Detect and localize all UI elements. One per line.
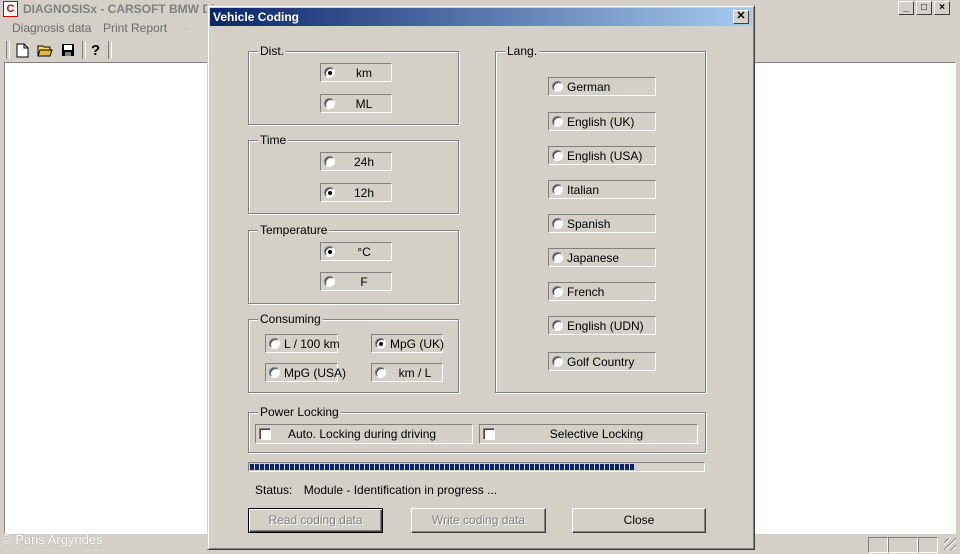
resize-grip[interactable] <box>944 538 956 550</box>
progress-fill <box>250 464 635 470</box>
radio-lang-spanish[interactable]: Spanish <box>548 214 656 233</box>
group-legend: Temperature <box>258 223 330 237</box>
group-dist: Dist. km ML <box>248 44 459 125</box>
checkbox-selective-locking[interactable]: Selective Locking <box>479 424 698 444</box>
radio-indicator <box>375 338 386 349</box>
group-legend: Time <box>258 133 289 147</box>
radio-dist-km[interactable]: km <box>320 63 392 82</box>
radio-indicator <box>269 338 280 349</box>
radio-indicator <box>324 276 335 287</box>
group-legend: Power Locking <box>258 405 341 419</box>
vehicle-coding-dialog: Vehicle Coding ✕ Dist. km ML Time 24h 12… <box>207 5 755 550</box>
group-time: Time 24h 12h <box>248 133 459 214</box>
radio-temp-celsius[interactable]: °C <box>320 242 392 261</box>
svg-text:?: ? <box>91 42 100 58</box>
checkbox-indicator <box>483 428 495 440</box>
radio-consuming-mpg-usa[interactable]: MpG (USA) <box>265 363 346 382</box>
radio-indicator <box>552 286 563 297</box>
radio-lang-french[interactable]: French <box>548 282 656 301</box>
maximize-icon[interactable]: □ <box>916 1 932 15</box>
close-button[interactable]: Close <box>572 508 706 533</box>
dialog-title-bar: Vehicle Coding ✕ <box>210 8 752 26</box>
radio-lang-english-usa[interactable]: English (USA) <box>548 146 656 165</box>
radio-indicator <box>324 67 335 78</box>
menu-print-report[interactable]: Print Report <box>103 21 167 35</box>
close-icon[interactable]: × <box>934 1 950 15</box>
help-icon[interactable]: ? <box>86 40 106 60</box>
radio-indicator <box>269 367 280 378</box>
app-logo: C <box>3 1 18 17</box>
radio-indicator <box>552 150 563 161</box>
status-panel <box>888 537 918 553</box>
radio-indicator <box>552 81 563 92</box>
group-temperature: Temperature °C F <box>248 223 459 304</box>
group-lang: Lang. German English (UK) English (USA) … <box>495 44 706 393</box>
radio-lang-german[interactable]: German <box>548 77 656 96</box>
radio-lang-italian[interactable]: Italian <box>548 180 656 199</box>
minimize-icon[interactable]: _ <box>898 1 914 15</box>
radio-indicator <box>552 218 563 229</box>
radio-indicator <box>324 156 335 167</box>
radio-lang-japanese[interactable]: Japanese <box>548 248 656 267</box>
app-title: DIAGNOSISx - CARSOFT BMW Dia <box>23 2 222 16</box>
dialog-title: Vehicle Coding <box>213 10 300 24</box>
write-coding-data-button[interactable]: Write coding data <box>411 508 546 533</box>
group-legend: Dist. <box>258 44 286 58</box>
radio-lang-english-uk[interactable]: English (UK) <box>548 112 656 131</box>
radio-temp-fahrenheit[interactable]: F <box>320 272 392 291</box>
status-text: Module - Identification in progress ... <box>303 483 498 497</box>
radio-indicator <box>552 116 563 127</box>
group-legend: Consuming <box>258 312 323 326</box>
status-line: Status: Module - Identification in progr… <box>255 483 497 497</box>
radio-time-12h[interactable]: 12h <box>320 183 392 202</box>
watermark: © Paris Argyrides <box>2 532 103 547</box>
open-folder-icon[interactable] <box>35 40 55 60</box>
status-label: Status: <box>255 483 293 497</box>
radio-indicator <box>552 356 563 367</box>
radio-indicator <box>552 320 563 331</box>
radio-consuming-l100km[interactable]: L / 100 km <box>265 334 340 353</box>
group-legend: Lang. <box>505 44 540 58</box>
save-icon[interactable] <box>58 40 78 60</box>
window-controls: _ □ × <box>898 1 950 15</box>
radio-consuming-mpg-uk[interactable]: MpG (UK) <box>371 334 444 353</box>
new-file-icon[interactable] <box>12 40 32 60</box>
progress-bar <box>248 462 705 472</box>
read-coding-data-button[interactable]: Read coding data <box>248 508 383 533</box>
radio-dist-ml[interactable]: ML <box>320 94 392 113</box>
radio-time-24h[interactable]: 24h <box>320 152 392 171</box>
status-panel <box>918 537 938 553</box>
radio-indicator <box>324 187 335 198</box>
group-power-locking: Power Locking Auto. Locking during drivi… <box>248 405 706 453</box>
radio-indicator <box>552 184 563 195</box>
checkbox-auto-locking[interactable]: Auto. Locking during driving <box>255 424 473 444</box>
close-icon[interactable]: ✕ <box>733 10 749 24</box>
radio-lang-golf-country[interactable]: Golf Country <box>548 352 656 371</box>
radio-indicator <box>324 98 335 109</box>
menu-diagnosis-data[interactable]: Diagnosis data <box>12 21 91 35</box>
group-consuming: Consuming L / 100 km MpG (UK) MpG (USA) … <box>248 312 459 393</box>
radio-consuming-kml[interactable]: km / L <box>371 363 443 382</box>
radio-indicator <box>324 246 335 257</box>
radio-lang-english-udn[interactable]: English (UDN) <box>548 316 656 335</box>
status-panel <box>868 537 888 553</box>
radio-indicator <box>552 252 563 263</box>
checkbox-indicator <box>259 428 271 440</box>
radio-indicator <box>375 367 386 378</box>
